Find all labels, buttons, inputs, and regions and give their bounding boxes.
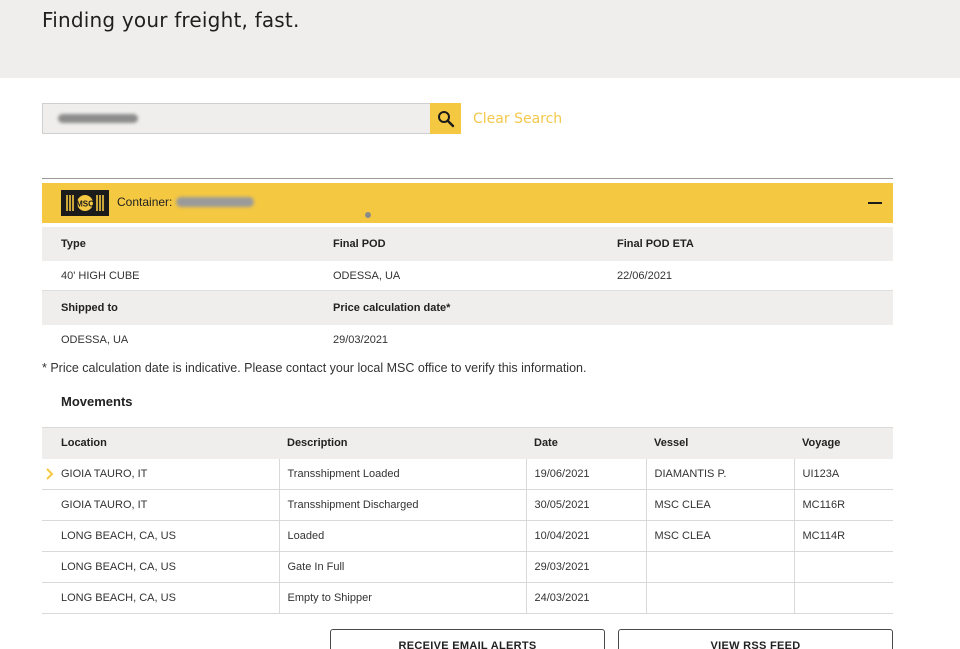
- receive-email-alerts-button[interactable]: RECEIVE EMAIL ALERTS: [330, 629, 605, 649]
- cell-location: LONG BEACH, CA, US: [42, 551, 279, 583]
- table-row[interactable]: GIOIA TAURO, IT Transshipment Loaded 19/…: [42, 458, 893, 490]
- info-header-final-pod: Final POD: [333, 238, 386, 250]
- search-icon: [437, 110, 454, 127]
- info-value-shipped-to: ODESSA, UA: [61, 334, 129, 346]
- cell-date: 19/06/2021: [525, 458, 646, 490]
- cell-date: 29/03/2021: [525, 551, 646, 583]
- cell-vessel: MSC CLEA: [645, 520, 794, 552]
- search-button[interactable]: [430, 103, 461, 134]
- column-header-voyage: Voyage: [794, 427, 893, 459]
- movements-title: Movements: [61, 394, 133, 409]
- page-title: Finding your freight, fast.: [42, 8, 300, 32]
- hero-banner: Finding your freight, fast.: [0, 0, 960, 78]
- info-header-type: Type: [61, 238, 86, 250]
- cell-location: LONG BEACH, CA, US: [42, 520, 279, 552]
- table-row[interactable]: GIOIA TAURO, IT Transshipment Discharged…: [42, 489, 893, 521]
- movements-header-row: Location Description Date Vessel Voyage: [42, 427, 893, 459]
- cell-date: 30/05/2021: [525, 489, 646, 521]
- container-label: Container:: [117, 195, 173, 209]
- info-header-row: Type Final POD Final POD ETA: [42, 227, 893, 261]
- info-value-price-date: 29/03/2021: [333, 334, 389, 346]
- container-info: Type Final POD Final POD ETA 40' HIGH CU…: [42, 227, 893, 355]
- svg-text:MSC: MSC: [76, 200, 94, 209]
- column-header-date: Date: [526, 427, 646, 459]
- cell-location: GIOIA TAURO, IT: [42, 458, 279, 490]
- movements-table: Location Description Date Vessel Voyage …: [42, 427, 893, 614]
- cell-description: Gate In Full: [278, 551, 526, 583]
- cell-voyage: [793, 582, 893, 614]
- table-row[interactable]: LONG BEACH, CA, US Gate In Full 29/03/20…: [42, 551, 893, 583]
- cell-voyage: [793, 551, 893, 583]
- info-header-row: Shipped to Price calculation date*: [42, 291, 893, 325]
- cell-description: Empty to Shipper: [278, 582, 526, 614]
- cell-vessel: [645, 551, 794, 583]
- info-header-final-pod-eta: Final POD ETA: [617, 238, 694, 250]
- cell-description: Loaded: [278, 520, 526, 552]
- table-row[interactable]: LONG BEACH, CA, US Empty to Shipper 24/0…: [42, 582, 893, 614]
- section-divider: [42, 178, 893, 179]
- cell-voyage: UI123A: [793, 458, 893, 490]
- info-value-row: 40' HIGH CUBE ODESSA, UA 22/06/2021: [42, 261, 893, 291]
- column-header-vessel: Vessel: [646, 427, 794, 459]
- table-row[interactable]: LONG BEACH, CA, US Loaded 10/04/2021 MSC…: [42, 520, 893, 552]
- info-header-shipped-to: Shipped to: [61, 302, 118, 314]
- info-value-final-pod-eta: 22/06/2021: [617, 269, 673, 282]
- info-value-type: 40' HIGH CUBE: [61, 269, 140, 282]
- column-header-description: Description: [279, 427, 526, 459]
- cell-vessel: MSC CLEA: [645, 489, 794, 521]
- container-header[interactable]: MSC Container:: [42, 183, 893, 223]
- cell-voyage: MC114R: [793, 520, 893, 552]
- info-value-final-pod: ODESSA, UA: [333, 269, 401, 282]
- msc-logo: MSC: [61, 190, 109, 216]
- info-value-row: ODESSA, UA 29/03/2021: [42, 325, 893, 355]
- cell-vessel: DIAMANTIS P.: [645, 458, 794, 490]
- cursor-dot: [365, 212, 371, 218]
- cell-date: 10/04/2021: [525, 520, 646, 552]
- cell-location: LONG BEACH, CA, US: [42, 582, 279, 614]
- column-header-location: Location: [42, 427, 279, 459]
- clear-search-link[interactable]: Clear Search: [473, 111, 562, 127]
- collapse-icon[interactable]: [868, 202, 882, 204]
- cell-location: GIOIA TAURO, IT: [42, 489, 279, 521]
- chevron-right-icon: [46, 468, 54, 480]
- cell-description: Transshipment Discharged: [278, 489, 526, 521]
- cell-description: Transshipment Loaded: [278, 458, 526, 490]
- redacted-search-value: [58, 114, 138, 123]
- cell-date: 24/03/2021: [525, 582, 646, 614]
- info-header-price-date: Price calculation date*: [333, 302, 451, 314]
- cell-voyage: MC116R: [793, 489, 893, 521]
- price-footnote: * Price calculation date is indicative. …: [42, 361, 587, 375]
- cell-vessel: [645, 582, 794, 614]
- redacted-container-number: [176, 197, 254, 207]
- view-rss-feed-button[interactable]: VIEW RSS FEED: [618, 629, 893, 649]
